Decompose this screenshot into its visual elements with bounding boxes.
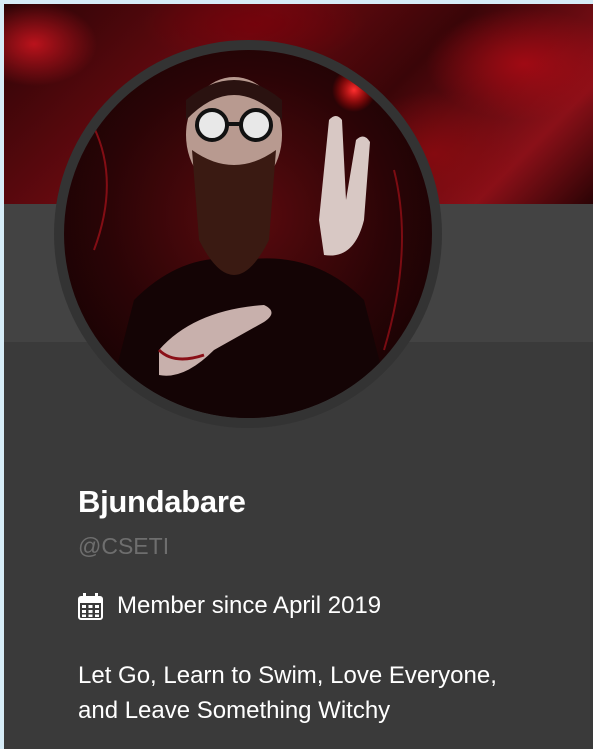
bio-line: and Leave Something Witchy (78, 697, 391, 724)
profile-bio: Let Go, Learn to Swim, Love Everyone, an… (78, 658, 578, 728)
avatar-image (64, 50, 432, 418)
user-handle: @CSETI (78, 533, 170, 559)
profile-card: Bjundabare @CSETI Member since April 201… (4, 4, 593, 749)
member-since-text: Member since April 2019 (117, 592, 382, 619)
display-name: Bjundabare (78, 484, 246, 519)
calendar-icon (78, 592, 103, 620)
bio-line: Let Go, Learn to Swim, Love Everyone, (78, 662, 497, 689)
avatar[interactable] (64, 50, 432, 418)
member-since-row: Member since April 2019 (78, 589, 381, 623)
